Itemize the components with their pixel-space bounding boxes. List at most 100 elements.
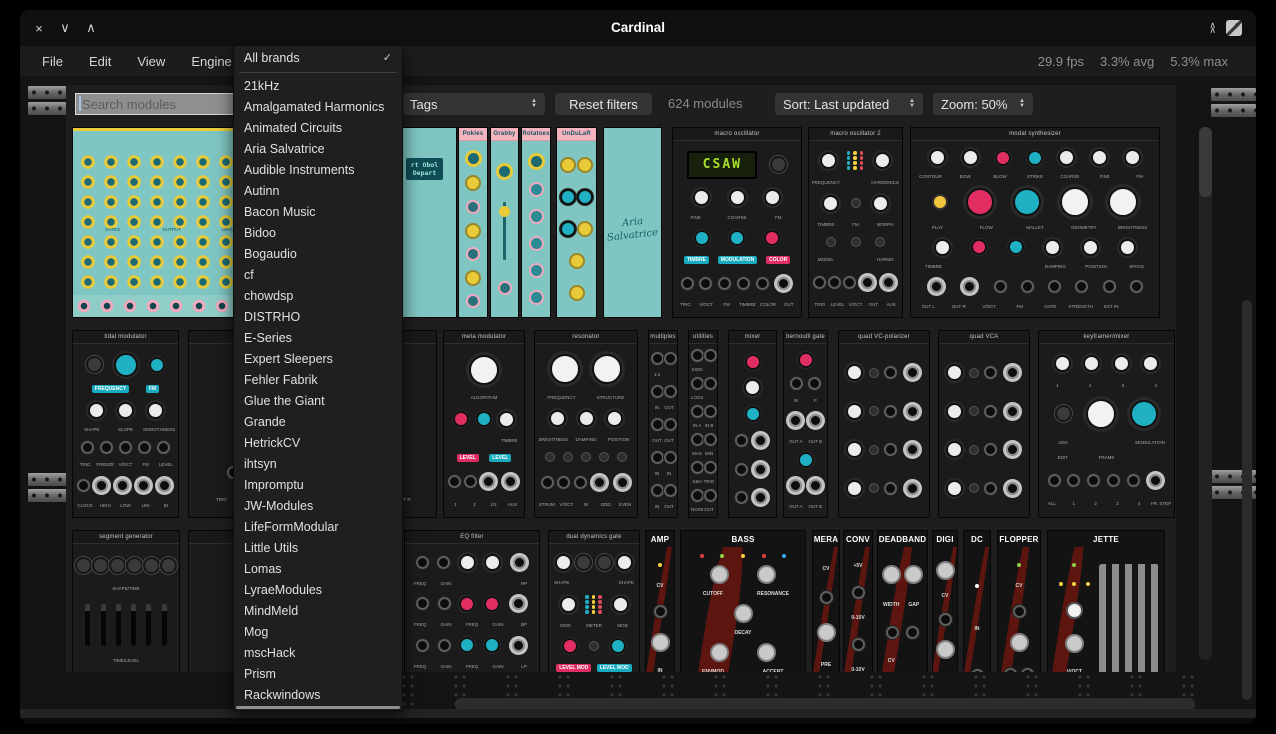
brand-menu-item[interactable]: Little Utils: [234, 538, 402, 559]
brand-menu-item[interactable]: Audible Instruments: [234, 160, 402, 181]
brand-menu-item[interactable]: Impromptu: [234, 475, 402, 496]
module-card-digi[interactable]: DIGICVANALOG: [932, 530, 958, 672]
module-controls: [939, 479, 1029, 498]
module-panel: +5V0-10V0-10V: [844, 547, 872, 672]
control-label: IN: [651, 405, 663, 410]
brand-menu-item[interactable]: 21kHz: [234, 76, 402, 97]
brand-menu-item[interactable]: Lomas: [234, 559, 402, 580]
brand-menu-item[interactable]: LifeFormModular: [234, 517, 402, 538]
brand-menu-item[interactable]: DISTRHO: [234, 307, 402, 328]
menu-view[interactable]: View: [137, 54, 165, 69]
jack: [886, 626, 899, 639]
module-card-deadband[interactable]: DEADBANDWIDTHGAPCV: [877, 530, 928, 672]
module-card-resonator[interactable]: resonatorFREQUENCYSTRUCTUREBRIGHTNESSDAM…: [534, 330, 638, 518]
brand-menu-item[interactable]: Glue the Giant: [234, 391, 402, 412]
module-card-grabby[interactable]: Grabby: [490, 127, 519, 318]
module-controls: [549, 595, 639, 614]
brand-menu-item[interactable]: HetrickCV: [234, 433, 402, 454]
module-card-flopper[interactable]: FLOPPERCVIN: [997, 530, 1041, 672]
control-label: 2: [465, 502, 484, 507]
module-controls: [689, 489, 717, 502]
brand-menu-item[interactable]: Mog: [234, 622, 402, 643]
brand-menu-item[interactable]: E-Series: [234, 328, 402, 349]
rack-vertical-scrollbar[interactable]: [1242, 300, 1252, 700]
module-card-dual-dynamics-gate[interactable]: dual dynamics gateSHAPESHAPEMODMETERMODL…: [548, 530, 640, 672]
brand-menu-item[interactable]: chowdsp: [234, 286, 402, 307]
module-title: DC: [964, 531, 990, 547]
brand-menu-item[interactable]: Expert Sleepers: [234, 349, 402, 370]
knob: [822, 195, 839, 212]
module-card-rotatoes[interactable]: Rotatoes: [521, 127, 551, 318]
double-chevron-up-icon[interactable]: ∧∧: [1209, 23, 1216, 33]
menu-edit[interactable]: Edit: [89, 54, 111, 69]
brand-menu-item[interactable]: Autinn: [234, 181, 402, 202]
knob: [869, 445, 879, 455]
module-card-bass[interactable]: BASSCUTOFFRESONANCEDECAYENVMODACCENTACCE…: [680, 530, 806, 672]
module-card-eq-filter[interactable]: EQ filterFREQGAINHPFREQGAINFREQGAINBPFRE…: [404, 530, 540, 672]
brand-menu-item[interactable]: mscHack: [234, 643, 402, 664]
control-label: TIME/LEVEL: [75, 658, 177, 663]
module-card-segment-generator[interactable]: segment generatorSHAPE/TIMETIME/LEVELGAT…: [72, 530, 180, 672]
brand-menu-item[interactable]: Bogaudio: [234, 244, 402, 265]
brand-menu-item[interactable]: Bacon Music: [234, 202, 402, 223]
control-label: IN: [663, 471, 675, 476]
module-card-dc[interactable]: DCIN: [963, 530, 991, 672]
knob: [1010, 633, 1029, 652]
module-controls: [646, 563, 674, 567]
module-controls: [939, 363, 1029, 382]
knob: [904, 565, 923, 584]
module-card-mixer[interactable]: mixer: [728, 330, 777, 518]
module-card-amp[interactable]: AMPCVIN: [645, 530, 675, 672]
module-card-macro-oscillator-2[interactable]: macro oscillator 2FREQUENCYHARMONICSTIMB…: [808, 127, 903, 318]
module-card-utilities[interactable]: utilitiesSIGNLOGICIN AIN BMAXMINS&HTRIGN…: [688, 330, 718, 518]
jack: [820, 591, 833, 604]
module-card-jette[interactable]: JETTEV/OCT: [1047, 530, 1165, 672]
menu-file[interactable]: File: [42, 54, 63, 69]
module-card-mera[interactable]: MERACVPRE: [812, 530, 840, 672]
brand-menu-item[interactable]: MindMeld: [234, 601, 402, 622]
module-card-multiples[interactable]: multiples1:3INOUTOUTOUTINININOUT: [648, 330, 678, 518]
brand-menu-item[interactable]: ihtsyn: [234, 454, 402, 475]
module-controls: [459, 270, 487, 286]
module-controls: [844, 586, 872, 599]
brand-menu-item[interactable]: Bidoo: [234, 223, 402, 244]
brand-menu-item[interactable]: JW-Modules: [234, 496, 402, 517]
browser-scrollbar-thumb[interactable]: [1199, 127, 1212, 197]
module-card-quad-vc-polarizer[interactable]: quad VC-polarizer: [838, 330, 930, 518]
module-controls: [933, 640, 957, 659]
module-card-tidal-modulator[interactable]: tidal modulatorFREQUENCYFMSHAPESLOPESMOO…: [72, 330, 179, 518]
module-card-undular[interactable]: UnDuLaR: [556, 127, 597, 318]
control-label: DAMPING: [570, 437, 603, 442]
menu-engine[interactable]: Engine: [191, 54, 231, 69]
module-card-meta-modulator[interactable]: meta modulatorALGORITHMTIMBRELEVELLEVEL1…: [443, 330, 525, 518]
module-card-module[interactable]: AriaSalvatrice: [603, 127, 662, 318]
module-card-keyframer-mixer[interactable]: keyframer/mixer1234ADDMODULATIONEDITFRAM…: [1038, 330, 1175, 518]
cardinal-logo-icon[interactable]: [1226, 20, 1242, 36]
brand-menu-item[interactable]: Animated Circuits: [234, 118, 402, 139]
brand-menu-item[interactable]: Amalgamated Harmonics: [234, 97, 402, 118]
brand-menu-item[interactable]: LyraeModules: [234, 580, 402, 601]
brand-menu-item[interactable]: Fehler Fabrik: [234, 370, 402, 391]
knob: [826, 237, 836, 247]
knob: [545, 452, 555, 462]
module-card-pokies[interactable]: Pokies: [458, 127, 488, 318]
module-controls: [784, 411, 827, 430]
jack: [756, 277, 769, 290]
brand-menu-item[interactable]: Aria Salvatrice: [234, 139, 402, 160]
brand-menu-item[interactable]: Grande: [234, 412, 402, 433]
module-card-conv[interactable]: CONV+5V0-10V0-10V: [843, 530, 873, 672]
brand-menu-item[interactable]: cf: [234, 265, 402, 286]
module-card-quad-vca[interactable]: quad VCA: [938, 330, 1030, 518]
brand-menu-item[interactable]: Prism: [234, 664, 402, 685]
menu-scrollbar[interactable]: [236, 706, 400, 709]
jack: [464, 475, 477, 488]
module-title: resonator: [535, 331, 637, 344]
module-card-bernoulli-gate[interactable]: bernoulli gateINPOUT AOUT BOUT AOUT B: [783, 330, 828, 518]
brand-menu-item-all-brands[interactable]: All brands ✓: [234, 48, 402, 69]
chip-label: FM: [146, 385, 159, 393]
module-card-modal-synthesizer[interactable]: modal synthesizerCONTOURBOWBLOWSTRIKECOA…: [910, 127, 1160, 318]
browser-scrollbar-track[interactable]: [1199, 127, 1212, 660]
knob: [476, 411, 492, 427]
brand-menu-item[interactable]: Rackwindows: [234, 685, 402, 706]
module-card-macro-oscillator[interactable]: macro oscillatorCSAWFINECOARSEFMTIMBREMO…: [672, 127, 802, 318]
